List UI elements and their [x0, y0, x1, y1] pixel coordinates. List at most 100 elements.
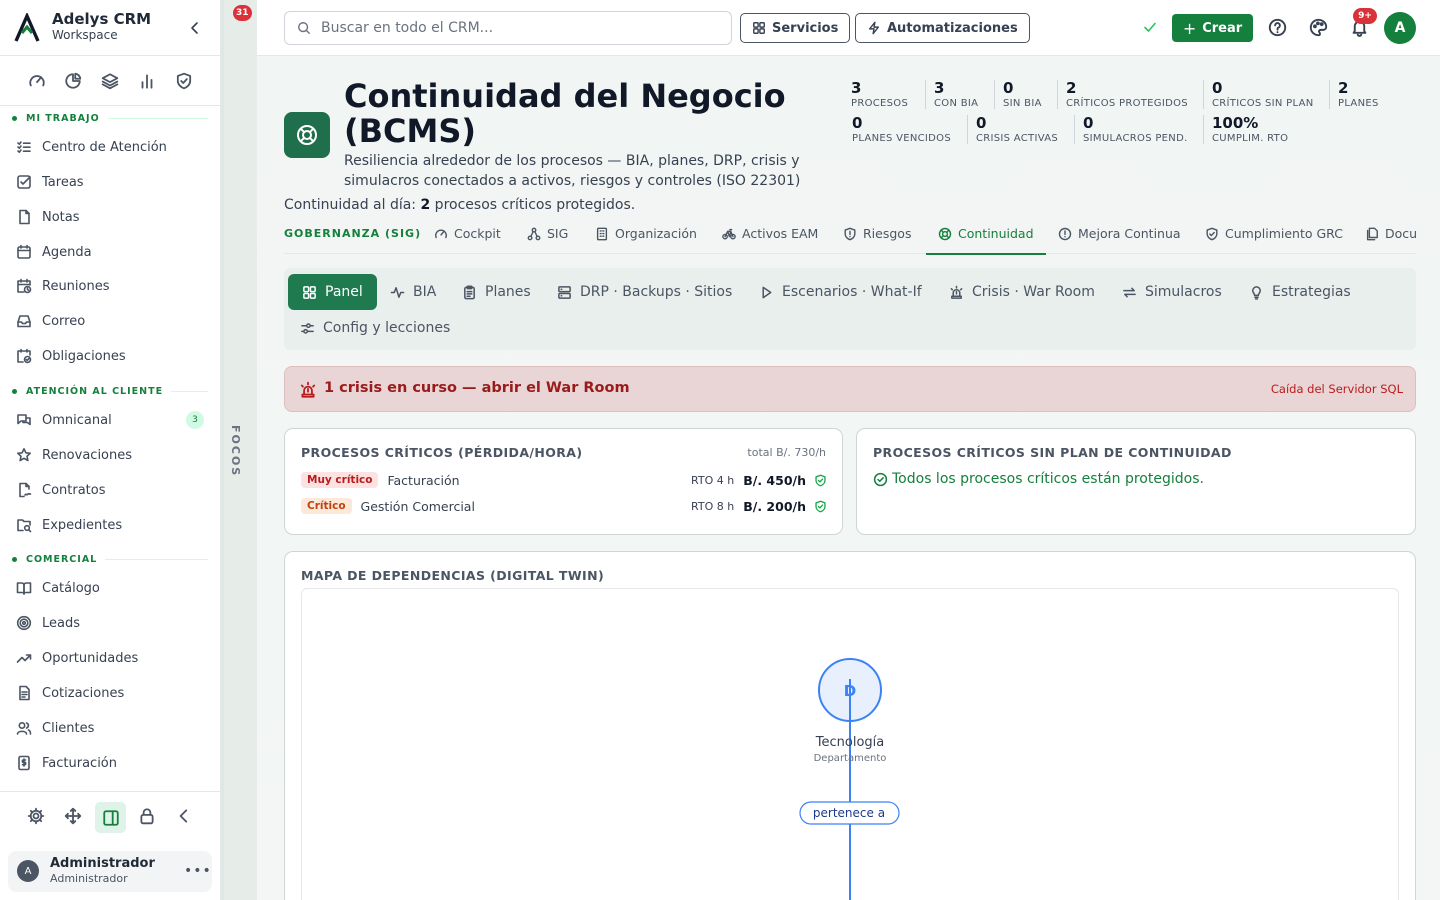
subtab-crisis[interactable]: Crisis · War Room [949, 274, 1095, 310]
sidebar-item-expedientes[interactable]: Expedientes [16, 514, 204, 536]
focos-panel[interactable]: 31 FOCOS [221, 0, 257, 900]
search-box[interactable] [284, 11, 732, 45]
services-button[interactable]: Servicios [740, 13, 851, 43]
process-row[interactable]: Muy crítico Facturación RTO 4 h B/. 450/… [301, 470, 827, 490]
shield-check-icon [815, 474, 826, 486]
plus-icon: + [1182, 18, 1197, 38]
server-icon [558, 285, 571, 299]
sidebar-item-centro-atencion[interactable]: Centro de Atención [16, 136, 204, 158]
topbar: Servicios Automatizaciones + Crear 9+ A [257, 0, 1440, 56]
node-type: Departamento [814, 753, 887, 764]
sidebar-item-agenda[interactable]: Agenda [16, 241, 204, 263]
tab-cumplimiento-grc[interactable]: Cumplimiento GRC [1205, 226, 1343, 241]
tab-label: Docu [1385, 226, 1416, 241]
lightbulb-icon [1252, 285, 1261, 300]
tab-label: Organización [615, 226, 697, 241]
process-row[interactable]: Crítico Gestión Comercial RTO 8 h B/. 20… [301, 496, 827, 516]
chart-ring-icon[interactable] [64, 72, 82, 90]
sidebar-item-label: Leads [42, 615, 81, 631]
sidebar-item-reuniones[interactable]: Reuniones [16, 275, 204, 297]
stat-label: CON BIA [934, 98, 979, 109]
target-icon [16, 615, 32, 631]
sidebar-item-renovaciones[interactable]: Renovaciones [16, 444, 204, 466]
crisis-alert[interactable]: 1 crisis en curso — abrir el War Room Ca… [284, 366, 1416, 412]
tab-cockpit[interactable]: Cockpit [434, 226, 501, 241]
more-icon[interactable]: ••• [184, 863, 212, 879]
panel-icon[interactable] [95, 802, 126, 833]
sidebar-item-leads[interactable]: Leads [16, 612, 204, 634]
subtab-drp[interactable]: DRP · Backups · Sitios [557, 274, 732, 310]
bolt-icon [868, 21, 880, 35]
criticality-badge: Crítico [301, 498, 352, 514]
collapse-sidebar-icon[interactable] [187, 20, 203, 36]
bike-icon [722, 228, 736, 240]
tab-label: Cockpit [454, 226, 501, 241]
stat-cumplim-rto: 100% CUMPLIM. RTO [1203, 115, 1288, 144]
tab-activos-eam[interactable]: Activos EAM [722, 226, 818, 241]
life-buoy-icon [938, 227, 952, 240]
sidebar-item-oportunidades[interactable]: Oportunidades [16, 647, 204, 669]
subtab-planes[interactable]: Planes [462, 274, 531, 310]
sidebar-item-omnicanal[interactable]: Omnicanal 3 [16, 409, 204, 431]
subtab-label: Config y lecciones [323, 320, 451, 336]
user-avatar[interactable]: A [1384, 12, 1416, 44]
search-input[interactable] [321, 20, 701, 36]
subtab-panel[interactable]: Panel [288, 274, 377, 310]
message-text: Todos los procesos críticos están proteg… [892, 471, 1204, 487]
sidebar-item-tareas[interactable]: Tareas [16, 171, 204, 193]
crisis-alert-text[interactable]: 1 crisis en curso — abrir el War Room [324, 380, 630, 396]
tab-documentos[interactable]: Docu [1365, 226, 1416, 241]
siren-icon [300, 381, 316, 398]
card-title: PROCESOS CRÍTICOS (PÉRDIDA/HORA) [301, 445, 583, 460]
settings-icon[interactable] [27, 807, 45, 825]
sidebar-item-facturacion[interactable]: Facturación [16, 752, 204, 774]
sidebar-item-notas[interactable]: Notas [16, 206, 204, 228]
lock-icon[interactable] [138, 807, 156, 825]
tab-organizacion[interactable]: Organización [595, 226, 697, 241]
grid-icon [303, 285, 316, 299]
section-mi-trabajo: MI TRABAJO [12, 113, 208, 124]
brand-header: Adelys CRM Workspace [0, 0, 220, 56]
tab-label: Mejora Continua [1078, 226, 1181, 241]
subtab-estrategias[interactable]: Estrategias [1249, 274, 1351, 310]
automations-button[interactable]: Automatizaciones [855, 13, 1030, 43]
sidebar-item-label: Cotizaciones [42, 685, 125, 701]
subtab-config[interactable]: Config y lecciones [300, 310, 450, 346]
move-icon[interactable] [64, 807, 82, 825]
dependency-map-canvas[interactable]: D Tecnología Departamento pertenece a [301, 588, 1399, 900]
subtab-escenarios[interactable]: Escenarios · What-If [759, 274, 922, 310]
layers-icon[interactable] [101, 72, 119, 90]
user-menu[interactable]: A Administrador Administrador ••• [8, 851, 212, 892]
tab-mejora-continua[interactable]: Mejora Continua [1058, 226, 1181, 241]
card-title: MAPA DE DEPENDENCIAS (DIGITAL TWIN) [301, 568, 605, 583]
tab-continuidad[interactable]: Continuidad [926, 226, 1046, 255]
palette-icon[interactable] [1309, 18, 1328, 37]
sidebar-item-correo[interactable]: Correo [16, 310, 204, 332]
sidebar-item-cotizaciones[interactable]: Cotizaciones [16, 682, 204, 704]
stat-criticos-protegidos: 2 CRÍTICOS PROTEGIDOS [1057, 80, 1188, 109]
section-atencion-cliente: ATENCIÓN AL CLIENTE [12, 386, 208, 397]
tab-riesgos[interactable]: Riesgos [843, 226, 911, 241]
tab-sig[interactable]: SIG [527, 226, 568, 241]
gauge-icon[interactable] [28, 72, 46, 90]
chevron-left-icon[interactable] [175, 807, 193, 825]
sidebar-item-obligaciones[interactable]: Obligaciones [16, 345, 204, 367]
sidebar-item-label: Contratos [42, 482, 106, 498]
stat-planes-vencidos: 0 PLANES VENCIDOS [852, 115, 951, 145]
help-icon[interactable] [1268, 18, 1287, 37]
shield-check-icon[interactable] [175, 72, 193, 90]
sidebar-item-label: Facturación [42, 755, 117, 771]
subtab-label: Panel [325, 284, 363, 300]
subtab-simulacros[interactable]: Simulacros [1122, 274, 1222, 310]
brand-subtitle: Workspace [52, 28, 118, 42]
sidebar-item-clientes[interactable]: Clientes [16, 717, 204, 739]
crisis-link[interactable]: Caída del Servidor SQL [1271, 382, 1403, 396]
sync-check-icon [1144, 22, 1156, 32]
stat-criticos-sin-plan: 0 CRÍTICOS SIN PLAN [1203, 80, 1314, 109]
subtab-bia[interactable]: BIA [390, 274, 436, 310]
sidebar-item-catalogo[interactable]: Catálogo [16, 577, 204, 599]
bar-chart-icon[interactable] [138, 72, 156, 90]
sidebar-item-contratos[interactable]: Contratos [16, 479, 204, 501]
process-name: Facturación [387, 472, 460, 488]
create-button[interactable]: + Crear [1172, 14, 1253, 42]
